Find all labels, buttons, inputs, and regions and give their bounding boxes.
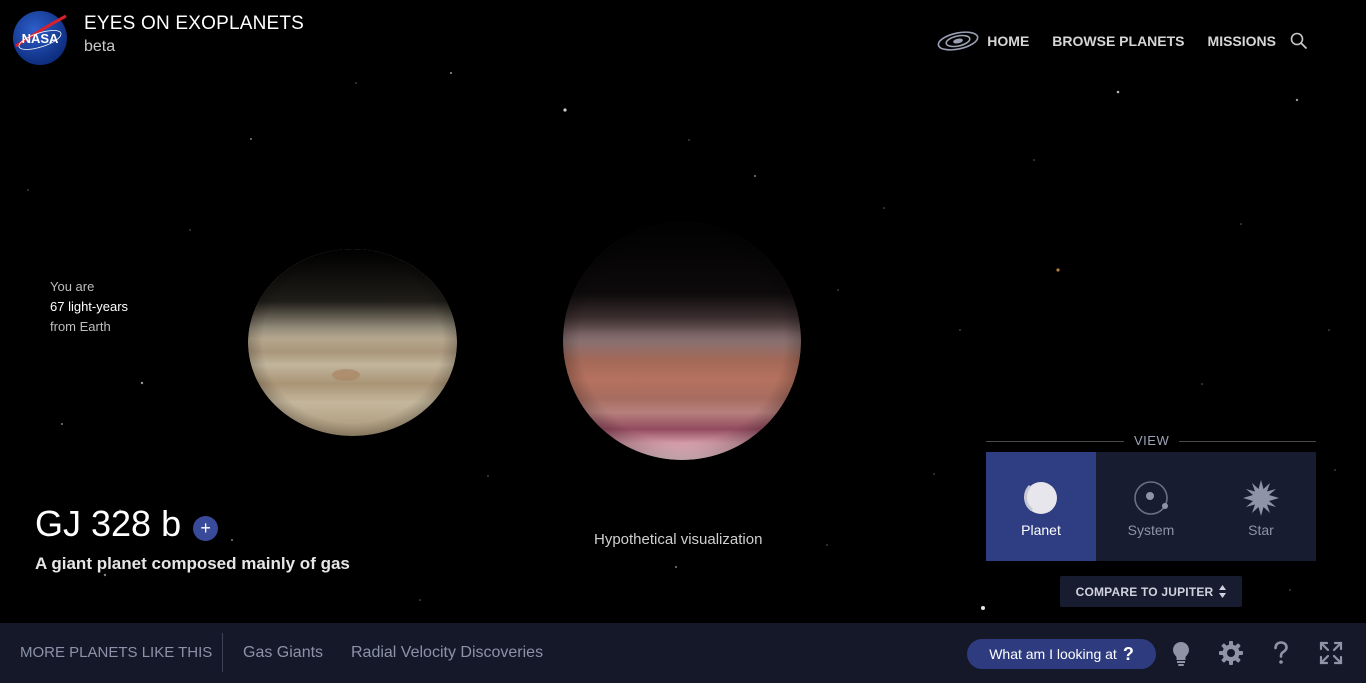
view-option-system-label: System: [1127, 522, 1175, 538]
lightbulb-icon[interactable]: [1168, 640, 1194, 666]
planet-name: GJ 328 b: [35, 503, 182, 544]
planet-description: A giant planet composed mainly of gas: [35, 554, 350, 573]
category-radial-velocity[interactable]: Radial Velocity Discoveries: [351, 644, 543, 662]
view-option-star-label: Star: [1248, 522, 1274, 538]
compare-label: COMPARE TO JUPITER: [1075, 584, 1214, 599]
distance-value: 67 light-years: [50, 299, 129, 314]
help-icon[interactable]: [1268, 640, 1294, 666]
looking-label: What am I looking at: [989, 646, 1117, 662]
gear-icon[interactable]: [1218, 640, 1244, 666]
add-to-favorites-button[interactable]: +: [193, 516, 219, 541]
view-label: VIEW: [1124, 433, 1180, 448]
bottom-divider: [222, 633, 223, 672]
view-option-star[interactable]: Star: [1206, 452, 1316, 561]
distance-prefix: You are: [50, 279, 95, 294]
visualization-note: Hypothetical visualization: [594, 531, 763, 548]
nasa-logo[interactable]: NASA: [12, 10, 68, 66]
question-icon: ?: [1122, 643, 1134, 664]
category-gas-giants[interactable]: Gas Giants: [243, 644, 323, 662]
exoplanet-visualization[interactable]: [563, 222, 801, 460]
app-subtitle: beta: [84, 38, 116, 55]
nav-browse-planets[interactable]: BROWSE PLANETS: [1052, 33, 1184, 49]
bottom-bar: MORE PLANETS LIKE THIS Gas Giants Radial…: [0, 623, 1366, 683]
top-nav: HOME BROWSE PLANETS MISSIONS: [937, 30, 1308, 52]
fullscreen-icon[interactable]: [1318, 640, 1344, 666]
jupiter-planet[interactable]: [248, 249, 457, 436]
nasa-logo-text: NASA: [22, 31, 59, 46]
view-option-system[interactable]: System: [1096, 452, 1206, 561]
distance-info: You are 67 light-years from Earth: [50, 277, 128, 337]
search-icon[interactable]: [1290, 32, 1308, 50]
galaxy-icon[interactable]: [937, 30, 979, 52]
planet-title-row: GJ 328 b +: [35, 503, 219, 545]
sort-arrows-icon: [1219, 585, 1227, 598]
nav-missions[interactable]: MISSIONS: [1208, 33, 1276, 49]
more-planets-label[interactable]: MORE PLANETS LIKE THIS: [20, 644, 212, 661]
star-icon: [1243, 480, 1279, 516]
what-am-i-looking-at-button[interactable]: What am I looking at ?: [967, 639, 1156, 669]
system-icon: [1134, 481, 1168, 515]
view-option-planet-label: Planet: [1021, 522, 1061, 538]
app-title: EYES ON EXOPLANETS: [84, 13, 305, 34]
view-option-planet[interactable]: Planet: [986, 452, 1096, 561]
nav-home[interactable]: HOME: [987, 33, 1029, 49]
compare-to-jupiter-button[interactable]: COMPARE TO JUPITER: [1060, 576, 1242, 607]
distance-suffix: from Earth: [50, 319, 111, 334]
view-selector: Planet System Star: [986, 452, 1316, 561]
planet-icon: [1024, 482, 1057, 514]
